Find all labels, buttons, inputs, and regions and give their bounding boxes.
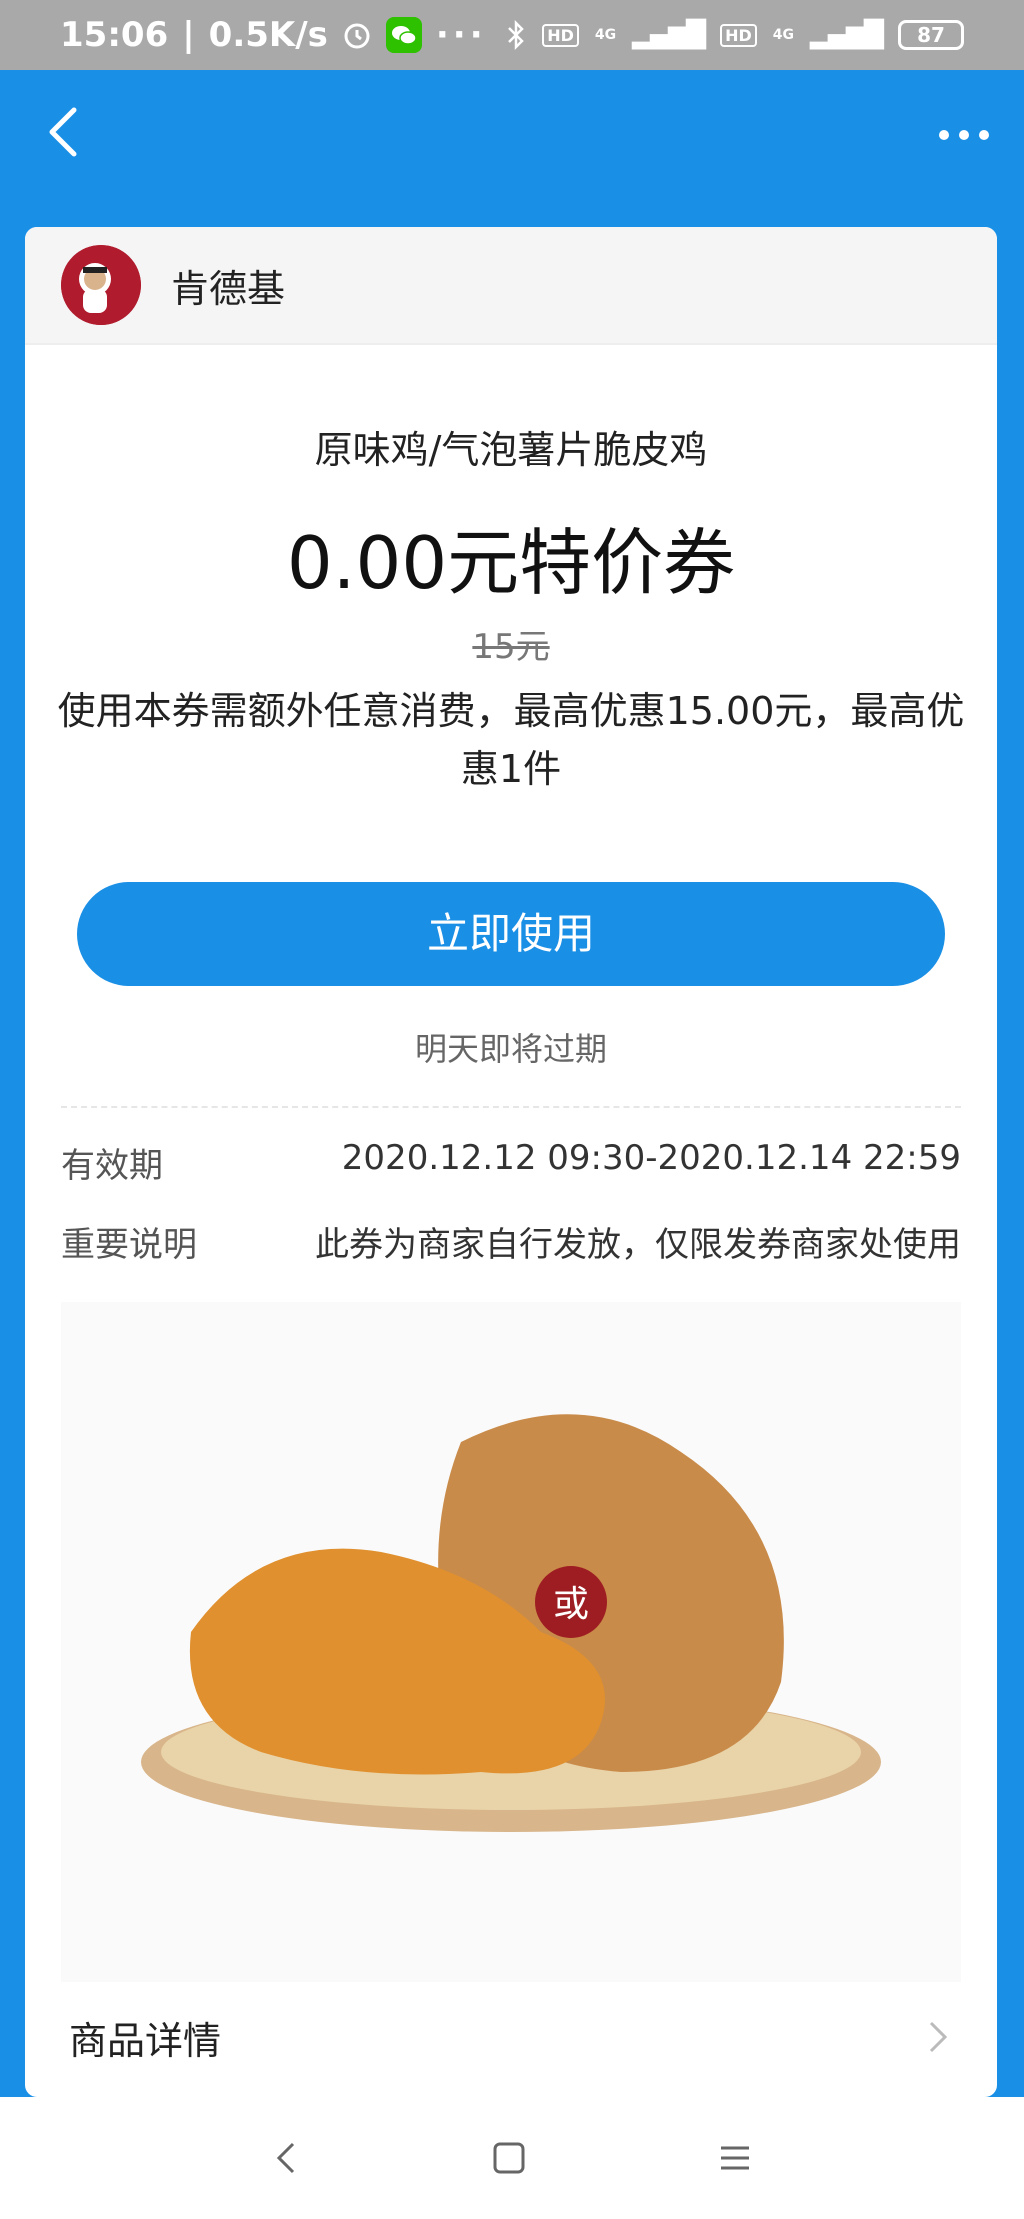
nav-home-icon[interactable] (491, 2140, 527, 2176)
product-title: 原味鸡/气泡薯片脆皮鸡 (314, 428, 708, 472)
top-nav (0, 70, 1024, 200)
product-image: 或 (61, 1302, 961, 1982)
system-nav-bar (0, 2097, 1024, 2219)
status-bar: 15:06 | 0.5K/s ··· HD 4G ▂▄▆█ HD 4G ▂▄▆█… (0, 0, 1024, 70)
validity-row: 有效期 2020.12.12 09:30-2020.12.14 22:59 (25, 1138, 997, 1187)
notice-value: 此券为商家自行发放，仅限发券商家处使用 (315, 1225, 961, 1265)
chevron-right-icon (929, 2021, 948, 2053)
product-details-row[interactable]: 商品详情 (25, 1977, 997, 2097)
hd-badge: HD (542, 23, 579, 47)
coupon-description: 使用本券需额外任意消费，最高优惠15.00元，最高优惠1件 (57, 689, 965, 791)
use-now-button[interactable]: 立即使用 (77, 882, 945, 986)
signal-icon-2: ▂▄▆█ (810, 20, 884, 50)
merchant-header[interactable]: 肯德基 (25, 227, 997, 345)
status-time: 15:06 (60, 15, 169, 55)
notice-label: 重要说明 (61, 1225, 197, 1265)
hd-badge-2: HD (720, 23, 757, 47)
status-speed: 0.5K/s (208, 15, 328, 55)
bluetooth-icon (508, 20, 524, 50)
nav-menu-icon[interactable] (717, 2140, 753, 2176)
expire-note: 明天即将过期 (414, 1030, 607, 1068)
validity-label: 有效期 (61, 1146, 163, 1186)
network-label-2: 4G (772, 27, 795, 43)
original-price: 15元 (472, 627, 550, 667)
nav-back-icon[interactable] (271, 2138, 301, 2178)
kfc-logo (61, 245, 141, 325)
wechat-icon (385, 17, 422, 53)
more-notifications-icon: ··· (435, 15, 487, 55)
coupon-price: 0.00元特价券 (286, 521, 736, 605)
divider (61, 1106, 961, 1108)
coupon-card: 肯德基 原味鸡/气泡薯片脆皮鸡 0.00元特价券 15元 使用本券需额外任意消费… (25, 227, 997, 2097)
validity-value: 2020.12.12 09:30-2020.12.14 22:59 (341, 1138, 961, 1178)
alarm-icon (344, 23, 370, 49)
network-label-1: 4G (594, 27, 617, 43)
back-icon[interactable] (36, 102, 96, 162)
product-details-label: 商品详情 (69, 2018, 222, 2063)
more-icon[interactable] (934, 115, 994, 155)
notice-row: 重要说明 此券为商家自行发放，仅限发券商家处使用 (25, 1217, 997, 1266)
signal-icon: ▂▄▆█ (632, 20, 706, 50)
battery-icon: 87 (898, 20, 964, 50)
merchant-name: 肯德基 (171, 266, 286, 311)
or-badge: 或 (553, 1584, 589, 1625)
